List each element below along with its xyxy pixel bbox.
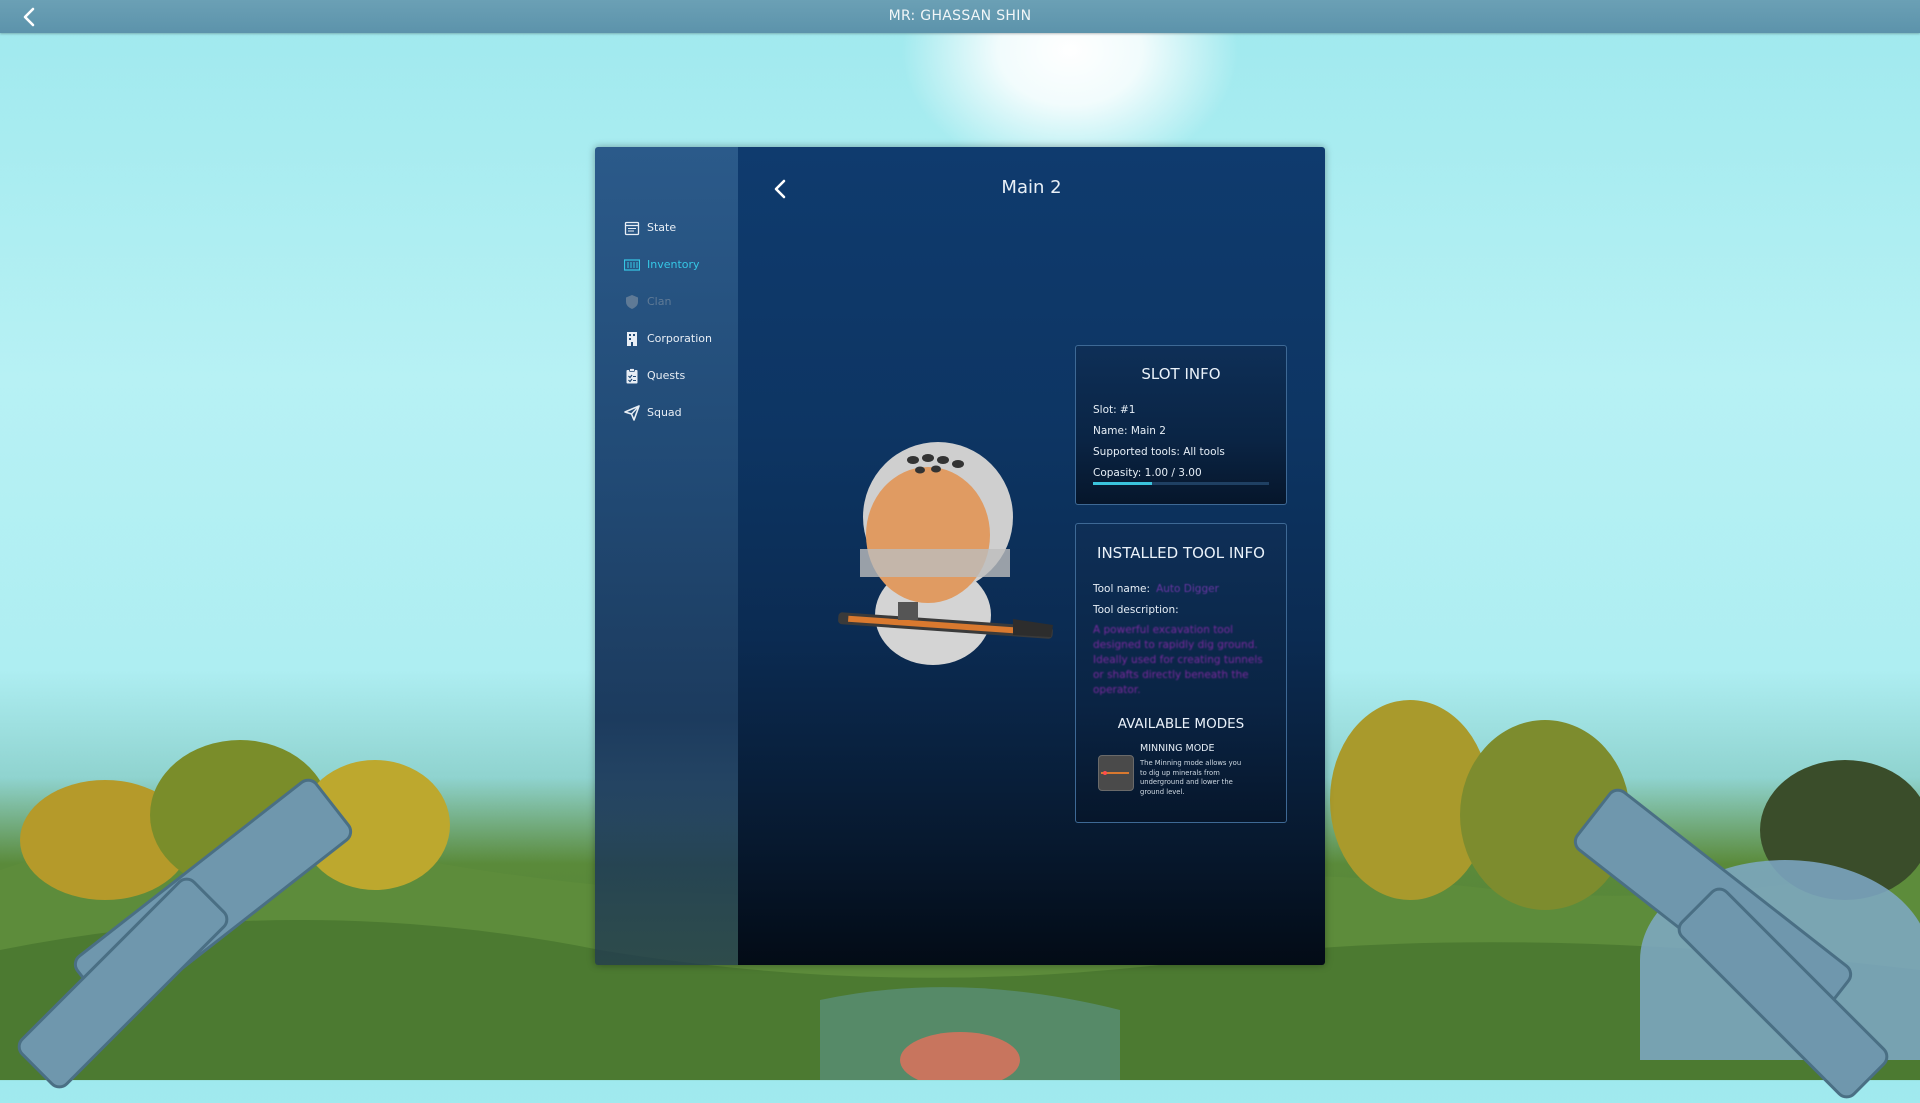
- sidebar-item-label: Squad: [647, 406, 682, 419]
- sidebar-item-label: Inventory: [647, 258, 700, 271]
- supported-tools: Supported tools: All tools: [1093, 446, 1225, 458]
- mode-description: The Minning mode allows you to dig up mi…: [1140, 759, 1242, 796]
- capacity-progress-fill: [1093, 482, 1152, 485]
- installed-tool-info-card: INSTALLED TOOL INFO Tool name: Auto Digge…: [1075, 523, 1287, 823]
- top-bar: MR: GHASSAN SHIN: [0, 0, 1920, 33]
- sidebar-item-quests[interactable]: Quests: [623, 357, 712, 394]
- inventory-panel: State Inventory Clan Corporation Quests …: [595, 147, 1325, 965]
- slot-name: Name: Main 2: [1093, 425, 1166, 437]
- mode-name: MINNING MODE: [1140, 743, 1215, 754]
- sidebar-item-corporation[interactable]: Corporation: [623, 320, 712, 357]
- tool-model-preview: [838, 442, 1053, 665]
- sidebar-nav: State Inventory Clan Corporation Quests …: [623, 209, 712, 431]
- sidebar-item-state[interactable]: State: [623, 209, 712, 246]
- slot-number: Slot: #1: [1093, 404, 1136, 416]
- sidebar-item-squad[interactable]: Squad: [623, 394, 712, 431]
- available-modes-title: AVAILABLE MODES: [1117, 716, 1245, 732]
- sidebar-item-label: Quests: [647, 369, 686, 382]
- tool-name-label: Tool name:: [1093, 583, 1151, 595]
- slot-info-card: SLOT INFO Slot: #1 Name: Main 2 Supporte…: [1075, 345, 1287, 505]
- inventory-grid-icon: [623, 256, 641, 274]
- tool-name-row: Tool name: Auto Digger: [1093, 579, 1286, 600]
- tool-description-text: A powerful excavation tool designed to r…: [1093, 624, 1263, 696]
- sidebar-item-inventory[interactable]: Inventory: [623, 246, 712, 283]
- page-title: Main 2: [1001, 177, 1062, 198]
- building-icon: [623, 330, 641, 348]
- clipboard-icon: [623, 367, 641, 385]
- player-name-title: MR: GHASSAN SHIN: [888, 8, 1032, 24]
- sidebar-item-label: Corporation: [647, 332, 712, 345]
- mining-mode-thumbnail: [1098, 755, 1134, 791]
- sidebar-item-clan[interactable]: Clan: [623, 283, 712, 320]
- installed-tool-info-title: INSTALLED TOOL INFO: [1097, 544, 1265, 562]
- slot-info-title: SLOT INFO: [1141, 365, 1221, 383]
- tool-name-value: Auto Digger: [1156, 583, 1219, 595]
- slot-capacity: Copasity: 1.00 / 3.00: [1093, 467, 1202, 479]
- sidebar: State Inventory Clan Corporation Quests …: [595, 147, 738, 965]
- tool-description-label: Tool description:: [1093, 604, 1179, 616]
- send-icon: [623, 404, 641, 422]
- mode-item-mining[interactable]: MINNING MODE The Minning mode allows you…: [1098, 743, 1268, 803]
- sidebar-item-label: Clan: [647, 295, 672, 308]
- sidebar-item-label: State: [647, 221, 677, 234]
- shield-icon: [623, 293, 641, 311]
- capacity-progress-bar: [1093, 482, 1269, 485]
- calendar-icon: [623, 219, 641, 237]
- slot-detail-content: Main 2 SLOT INFO Slot: #1 Name: Main 2 S…: [738, 147, 1325, 965]
